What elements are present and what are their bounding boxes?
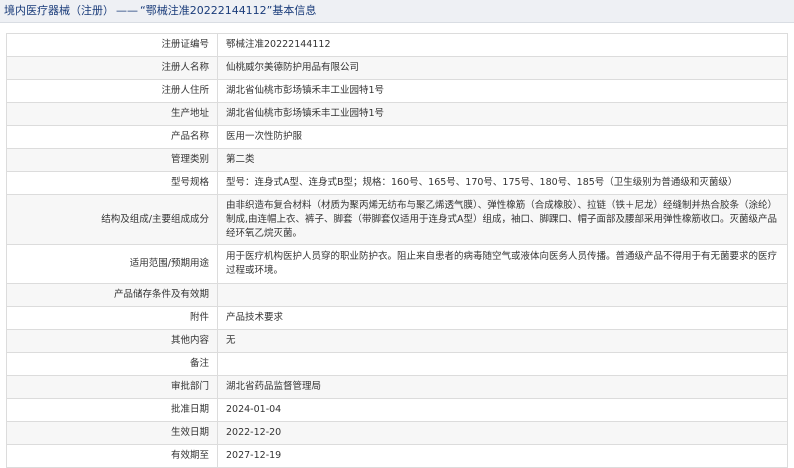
row-label: 适用范围/预期用途 <box>6 244 218 284</box>
row-value: 型号：连身式A型、连身式B型；规格：160号、165号、170号、175号、18… <box>217 171 788 195</box>
table-row: 批准日期 2024-01-04 <box>6 398 788 422</box>
registration-detail-table: 注册证编号 鄂械注准20222144112 注册人名称 仙桃威尔美德防护用品有限… <box>6 33 788 468</box>
row-value: 鄂械注准20222144112 <box>217 33 788 57</box>
row-value: 第二类 <box>217 148 788 172</box>
row-label: 注册人住所 <box>6 79 218 103</box>
row-label: 审批部门 <box>6 375 218 399</box>
table-row: 其他内容 无 <box>6 329 788 353</box>
title-category[interactable]: 境内医疗器械（注册） <box>4 4 114 17</box>
row-value <box>217 352 788 376</box>
row-value: 2022-12-20 <box>217 421 788 445</box>
table-row: 结构及组成/主要组成成分 由非织造布复合材料（材质为聚丙烯无纺布与聚乙烯透气膜）… <box>6 194 788 245</box>
table-row: 注册人住所 湖北省仙桃市彭场镇禾丰工业园特1号 <box>6 79 788 103</box>
row-label: 产品名称 <box>6 125 218 149</box>
table-row: 生产地址 湖北省仙桃市彭场镇禾丰工业园特1号 <box>6 102 788 126</box>
table-row: 附件 产品技术要求 <box>6 306 788 330</box>
table-row: 审批部门 湖北省药品监督管理局 <box>6 375 788 399</box>
row-value <box>217 283 788 307</box>
row-label: 注册证编号 <box>6 33 218 57</box>
row-label: 其他内容 <box>6 329 218 353</box>
detail-container: 注册证编号 鄂械注准20222144112 注册人名称 仙桃威尔美德防护用品有限… <box>0 23 794 468</box>
row-label: 管理类别 <box>6 148 218 172</box>
row-label: 有效期至 <box>6 444 218 468</box>
row-value: 仙桃威尔美德防护用品有限公司 <box>217 56 788 80</box>
row-label: 型号规格 <box>6 171 218 195</box>
row-value: 产品技术要求 <box>217 306 788 330</box>
table-row: 管理类别 第二类 <box>6 148 788 172</box>
row-label: 备注 <box>6 352 218 376</box>
table-row: 注册人名称 仙桃威尔美德防护用品有限公司 <box>6 56 788 80</box>
row-value: 湖北省仙桃市彭场镇禾丰工业园特1号 <box>217 102 788 126</box>
row-value: 医用一次性防护服 <box>217 125 788 149</box>
table-row: 注册证编号 鄂械注准20222144112 <box>6 33 788 57</box>
row-value: 无 <box>217 329 788 353</box>
row-label: 结构及组成/主要组成成分 <box>6 194 218 245</box>
row-value: 由非织造布复合材料（材质为聚丙烯无纺布与聚乙烯透气膜）、弹性橡筋（合成橡胶）、拉… <box>217 194 788 245</box>
table-row: 产品储存条件及有效期 <box>6 283 788 307</box>
row-value: 湖北省仙桃市彭场镇禾丰工业园特1号 <box>217 79 788 103</box>
title-separator: —— <box>116 4 138 17</box>
row-value: 2024-01-04 <box>217 398 788 422</box>
row-label: 产品储存条件及有效期 <box>6 283 218 307</box>
row-label: 附件 <box>6 306 218 330</box>
row-label: 注册人名称 <box>6 56 218 80</box>
page-title-bar: 境内医疗器械（注册） —— “鄂械注准20222144112”基本信息 <box>0 0 794 23</box>
row-value: 用于医疗机构医护人员穿的职业防护衣。阻止来自患者的病毒随空气或液体向医务人员传播… <box>217 244 788 284</box>
row-value: 2027-12-19 <box>217 444 788 468</box>
row-label: 生产地址 <box>6 102 218 126</box>
table-row: 适用范围/预期用途 用于医疗机构医护人员穿的职业防护衣。阻止来自患者的病毒随空气… <box>6 244 788 284</box>
table-row: 有效期至 2027-12-19 <box>6 444 788 468</box>
row-label: 生效日期 <box>6 421 218 445</box>
table-row: 产品名称 医用一次性防护服 <box>6 125 788 149</box>
title-record: “鄂械注准20222144112”基本信息 <box>140 4 317 17</box>
row-value: 湖北省药品监督管理局 <box>217 375 788 399</box>
table-row: 型号规格 型号：连身式A型、连身式B型；规格：160号、165号、170号、17… <box>6 171 788 195</box>
row-label: 批准日期 <box>6 398 218 422</box>
table-row: 生效日期 2022-12-20 <box>6 421 788 445</box>
table-row: 备注 <box>6 352 788 376</box>
